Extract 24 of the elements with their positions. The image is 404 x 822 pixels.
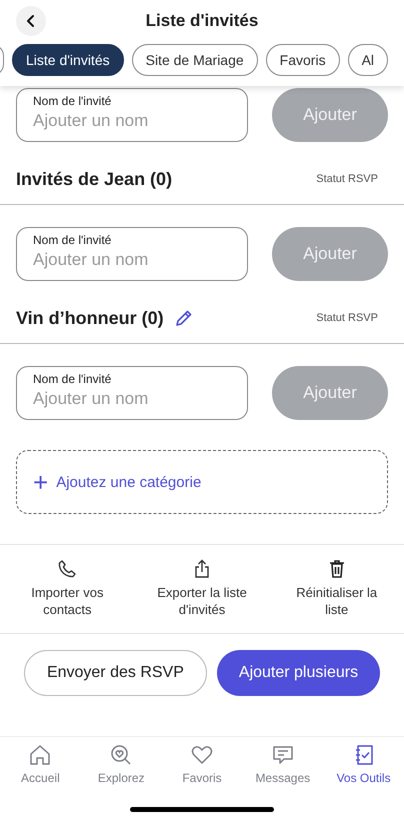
rsvp-status-label: Statut RSVP bbox=[316, 173, 378, 185]
nav-tab[interactable]: Vos Outils bbox=[323, 743, 404, 799]
back-button[interactable] bbox=[16, 6, 46, 36]
category-title: Vin d’honneur (0) bbox=[16, 308, 164, 328]
action-label[interactable]: Importer vos contacts bbox=[19, 585, 116, 619]
phone-icon[interactable] bbox=[57, 559, 78, 579]
nav-tab[interactable]: Explorez bbox=[80, 743, 162, 799]
action-label[interactable]: Réinitialiser la liste bbox=[288, 585, 385, 619]
home-icon bbox=[28, 743, 52, 767]
add-multiple-button[interactable]: Ajouter plusieurs bbox=[216, 650, 380, 696]
tab-chip[interactable]: Al bbox=[348, 44, 388, 76]
nav-tab[interactable]: Messages bbox=[242, 743, 324, 799]
tab-chip[interactable]: Site de Mariage bbox=[132, 44, 258, 76]
nav-tab[interactable]: Accueil bbox=[0, 743, 81, 799]
send-rsvp-button[interactable]: Envoyer des RSVP bbox=[24, 650, 207, 696]
action-label[interactable]: Exporter la liste d'invités bbox=[154, 585, 250, 619]
search-heart-icon bbox=[109, 743, 134, 767]
tab-chip[interactable]: Liste d'invités bbox=[12, 44, 124, 76]
tab-chip[interactable]: Favoris bbox=[266, 44, 340, 76]
nav-tab[interactable]: Favoris bbox=[162, 743, 242, 799]
rsvp-status-label: Statut RSVP bbox=[316, 312, 378, 324]
category-title: Invités de Jean (0) bbox=[16, 168, 172, 190]
screen-title: Liste d'invités bbox=[146, 11, 258, 31]
add-category-button[interactable]: + Ajoutez une catégorie bbox=[16, 450, 388, 514]
